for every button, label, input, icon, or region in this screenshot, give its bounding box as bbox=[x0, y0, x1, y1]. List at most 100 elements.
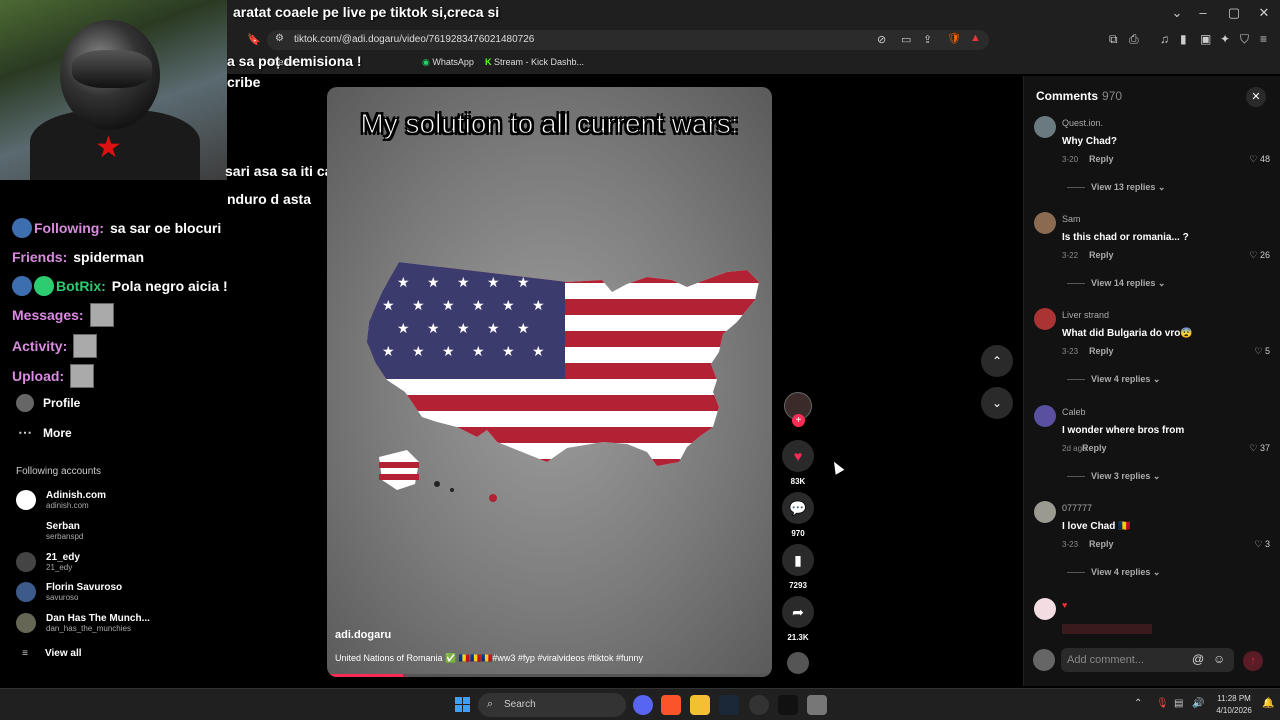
svg-text:★: ★ bbox=[532, 298, 545, 314]
avatar[interactable] bbox=[1034, 308, 1056, 330]
svg-text:★: ★ bbox=[487, 275, 500, 291]
video-caption: My solution to all current wars: bbox=[360, 108, 739, 140]
tab-title[interactable]: aratat coaele pe live pe tiktok si,creca… bbox=[233, 4, 499, 20]
view-replies-button[interactable]: View 3 replies ⌄ bbox=[1067, 471, 1160, 482]
comment-like-button[interactable]: ♡ 3 bbox=[1254, 539, 1270, 550]
sidebar-icon[interactable]: ▮ bbox=[1180, 32, 1187, 46]
avatar[interactable] bbox=[1034, 598, 1056, 620]
screenshot-icon[interactable]: ⎙ bbox=[1129, 32, 1139, 47]
microphone-icon[interactable]: 🎙 bbox=[1156, 698, 1169, 709]
previous-video-button[interactable]: ⌃ bbox=[981, 345, 1013, 377]
chevron-down-icon[interactable]: ⌄ bbox=[1167, 5, 1187, 21]
reply-button[interactable]: Reply bbox=[1089, 154, 1114, 164]
close-window-button[interactable]: ✕ bbox=[1254, 5, 1274, 21]
chevron-down-icon: ⌄ bbox=[1152, 567, 1161, 577]
notification-icon[interactable]: 🔔 bbox=[1262, 698, 1274, 709]
chevron-down-icon: ⌄ bbox=[991, 396, 1003, 410]
video-progress-bar[interactable] bbox=[327, 674, 772, 677]
minecraft-icon[interactable] bbox=[807, 695, 827, 715]
comment-like-button[interactable]: ♡ 37 bbox=[1249, 443, 1270, 454]
browser-titlebar: aratat coaele pe live pe tiktok si,creca… bbox=[227, 0, 1280, 28]
chevron-down-icon: ⌄ bbox=[1157, 278, 1166, 288]
bookmark-whatsapp[interactable]: ◉ WhatsApp bbox=[422, 57, 474, 68]
save-button[interactable]: ▮ 7293 bbox=[782, 544, 814, 590]
minimize-button[interactable]: – bbox=[1193, 5, 1213, 20]
bookmark-icon: ▮ bbox=[782, 544, 814, 576]
bookmark-icon[interactable]: 🔖 bbox=[247, 33, 261, 46]
reply-button[interactable]: Reply bbox=[1089, 346, 1114, 356]
sidebar-item-profile[interactable]: Profile bbox=[16, 394, 80, 412]
comment-like-button[interactable]: ♡ 5 bbox=[1254, 346, 1270, 357]
steam-icon[interactable] bbox=[719, 695, 739, 715]
sidebar-item-more[interactable]: ⋯ More bbox=[16, 424, 72, 441]
system-clock[interactable]: 11:28 PM 4/10/2026 bbox=[1212, 693, 1256, 717]
avatar[interactable] bbox=[1034, 212, 1056, 234]
send-comment-button[interactable]: ↑ bbox=[1243, 651, 1263, 671]
avatar[interactable] bbox=[1034, 116, 1056, 138]
svg-text:★: ★ bbox=[517, 321, 530, 337]
following-account[interactable]: Serban serbanspd bbox=[16, 521, 83, 541]
emoji-icon[interactable]: ☺ bbox=[1213, 652, 1225, 666]
video-player[interactable]: My solution to all current wars: ★ ★ ★ ★ ★ bbox=[327, 87, 772, 677]
taskbar-search[interactable]: ⌕ Search bbox=[478, 693, 626, 717]
address-bar[interactable]: ⚙ tiktok.com/@adi.dogaru/video/761928347… bbox=[267, 30, 989, 50]
extensions-icon[interactable]: ⧉ bbox=[1109, 32, 1118, 47]
svg-text:★: ★ bbox=[412, 298, 425, 314]
chevron-up-icon[interactable]: ⌃ bbox=[1134, 698, 1142, 709]
music-icon[interactable]: ♫ bbox=[1160, 32, 1169, 46]
music-disc-button[interactable] bbox=[782, 652, 814, 674]
avatar[interactable] bbox=[1034, 501, 1056, 523]
discord-icon[interactable] bbox=[633, 695, 653, 715]
no-camera-icon[interactable]: ⊘ bbox=[877, 33, 886, 46]
volume-icon[interactable]: 🔊 bbox=[1192, 698, 1204, 709]
mention-icon[interactable]: @ bbox=[1192, 652, 1204, 666]
avatar[interactable] bbox=[1034, 405, 1056, 427]
chat-message: Messages: bbox=[12, 303, 114, 327]
rewards-icon[interactable]: ▲ bbox=[970, 32, 981, 44]
view-replies-button[interactable]: View 14 replies ⌄ bbox=[1067, 278, 1165, 289]
search-icon: ⌕ bbox=[487, 698, 494, 710]
following-account[interactable]: Florin Savuroso savuroso bbox=[16, 582, 122, 602]
windows-start-icon[interactable] bbox=[455, 697, 470, 712]
wallet-icon[interactable]: ▣ bbox=[1200, 32, 1211, 46]
follow-plus-icon[interactable]: + bbox=[792, 414, 805, 427]
more-icon: ⋯ bbox=[18, 424, 32, 440]
share-button[interactable]: ➦ 21.3K bbox=[782, 596, 814, 642]
reply-button[interactable]: Reply bbox=[1089, 539, 1114, 549]
close-comments-button[interactable]: ✕ bbox=[1246, 87, 1266, 107]
video-author[interactable]: adi.dogaru bbox=[335, 629, 391, 641]
capcut-icon[interactable] bbox=[778, 695, 798, 715]
chevron-up-icon: ⌃ bbox=[991, 354, 1003, 368]
following-account[interactable]: Dan Has The Munch... dan_has_the_munchies bbox=[16, 613, 150, 633]
cast-icon[interactable]: ▭ bbox=[901, 33, 911, 46]
file-explorer-icon[interactable] bbox=[690, 695, 710, 715]
brave-shield-icon[interactable]: 🛡 bbox=[947, 32, 961, 45]
next-video-button[interactable]: ⌄ bbox=[981, 387, 1013, 419]
like-button[interactable]: ♥ 83K bbox=[782, 440, 814, 486]
following-account[interactable]: 21_edy 21_edy bbox=[16, 552, 80, 572]
view-replies-button[interactable]: View 4 replies ⌄ bbox=[1067, 374, 1160, 385]
share-icon[interactable]: ⇪ bbox=[923, 33, 932, 46]
kick-icon: K bbox=[485, 57, 494, 67]
add-comment-input[interactable]: Add comment... @ ☺ bbox=[1061, 648, 1234, 672]
reply-button[interactable]: Reply bbox=[1089, 250, 1114, 260]
ai-icon[interactable]: ✦ bbox=[1220, 32, 1230, 46]
maximize-button[interactable]: ▢ bbox=[1224, 5, 1244, 21]
brave-icon[interactable] bbox=[661, 695, 681, 715]
following-account[interactable]: Adinish.com adinish.com bbox=[16, 490, 106, 510]
menu-icon[interactable]: ≡ bbox=[1260, 32, 1267, 46]
svg-text:★: ★ bbox=[427, 321, 440, 337]
comment-button[interactable]: 💬 970 bbox=[782, 492, 814, 538]
comment-like-button[interactable]: ♡ 48 bbox=[1249, 154, 1270, 165]
view-replies-button[interactable]: View 13 replies ⌄ bbox=[1067, 182, 1165, 193]
network-icon[interactable]: ▤ bbox=[1174, 698, 1183, 709]
comment-like-button[interactable]: ♡ 26 bbox=[1249, 250, 1270, 261]
reply-button[interactable]: Reply bbox=[1082, 443, 1107, 453]
vpn-icon[interactable]: ⛉ bbox=[1240, 32, 1249, 47]
bookmark-kick[interactable]: K Stream - Kick Dashb... bbox=[485, 57, 584, 67]
view-all-button[interactable]: ≡ View all bbox=[16, 648, 81, 659]
obs-icon[interactable] bbox=[749, 695, 769, 715]
site-settings-icon[interactable]: ⚙ bbox=[275, 33, 284, 44]
view-replies-button[interactable]: View 4 replies ⌄ bbox=[1067, 567, 1160, 578]
overlay-line: cribe bbox=[227, 74, 261, 90]
